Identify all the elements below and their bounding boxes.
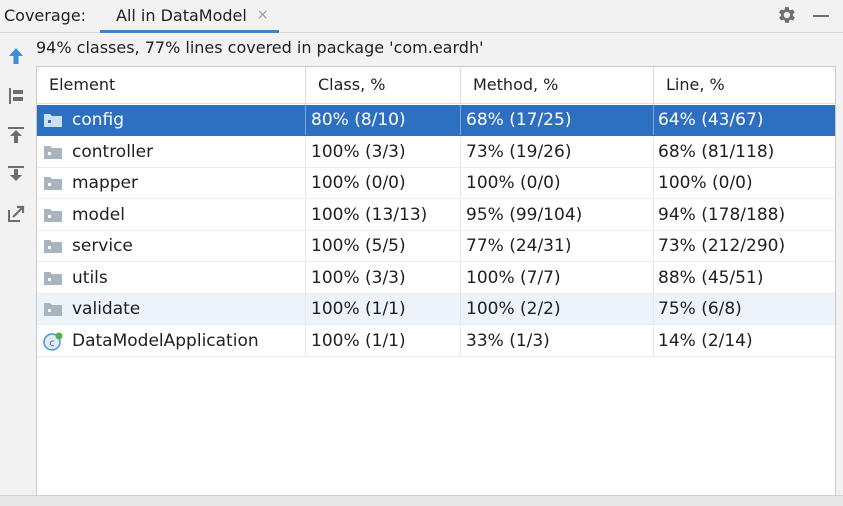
cell-divider — [460, 136, 461, 167]
method-coverage: 68% (17/25) — [466, 110, 572, 130]
cell-divider — [653, 262, 654, 293]
method-coverage: 100% (2/2) — [466, 299, 561, 319]
table-row[interactable]: model 100% (13/13) 95% (99/104) 94% (178/18… — [37, 199, 835, 231]
import-icon[interactable] — [5, 163, 27, 185]
cell-divider — [653, 168, 654, 198]
table-row[interactable]: config 80% (8/10) 68% (17/25) 64% (43/67) — [37, 105, 835, 136]
class-coverage: 100% (1/1) — [311, 330, 406, 351]
line-coverage: 68% (81/118) — [658, 141, 775, 162]
cell-divider — [305, 294, 306, 324]
method-coverage: 73% (19/26) — [466, 141, 572, 162]
coverage-summary: 94% classes, 77% lines covered in packag… — [36, 38, 484, 57]
element-name: config — [72, 110, 125, 130]
cell-divider — [305, 262, 306, 293]
package-folder-icon — [43, 300, 63, 318]
line-coverage: 75% (6/8) — [658, 299, 742, 319]
column-header-line[interactable]: Line, % — [654, 67, 835, 103]
package-folder-icon — [43, 237, 63, 255]
coverage-label: Coverage: — [4, 6, 87, 25]
coverage-side-toolbar — [0, 33, 32, 505]
minimize-icon[interactable] — [813, 15, 829, 17]
method-coverage: 100% (0/0) — [466, 173, 561, 193]
method-coverage: 33% (1/3) — [466, 330, 550, 351]
cell-divider — [460, 199, 461, 230]
package-folder-icon — [43, 143, 63, 161]
close-icon[interactable]: × — [257, 7, 269, 23]
class-coverage: 100% (0/0) — [311, 173, 406, 193]
table-row[interactable]: controller 100% (3/3) 73% (19/26) 68% (81/1… — [37, 136, 835, 168]
cell-divider — [653, 199, 654, 230]
cell-divider — [460, 231, 461, 261]
column-header-element[interactable]: Element — [37, 67, 305, 103]
method-coverage: 100% (7/7) — [466, 267, 561, 288]
cell-divider — [305, 231, 306, 261]
line-coverage: 14% (2/14) — [658, 330, 753, 351]
cell-divider — [653, 231, 654, 261]
table-row[interactable]: mapper 100% (0/0) 100% (0/0) 100% (0/0) — [37, 168, 835, 199]
element-name: service — [72, 236, 133, 256]
navigate-up-icon[interactable] — [5, 45, 27, 67]
method-coverage: 95% (99/104) — [466, 204, 583, 225]
line-coverage: 73% (212/290) — [658, 236, 786, 256]
class-coverage: 100% (13/13) — [311, 204, 428, 225]
cell-divider — [460, 325, 461, 356]
coverage-toolbar: Coverage: All in DataModel × — [0, 0, 843, 33]
element-name: utils — [72, 267, 108, 288]
element-name: validate — [72, 299, 141, 319]
flatten-packages-icon[interactable] — [5, 85, 27, 107]
tab-all-in-datamodel[interactable]: All in DataModel × — [100, 0, 279, 33]
column-header-method[interactable]: Method, % — [461, 67, 653, 103]
cell-divider — [305, 199, 306, 230]
cell-divider — [460, 262, 461, 293]
line-coverage: 100% (0/0) — [658, 173, 753, 193]
table-header: Element Class, % Method, % Line, % — [37, 67, 835, 104]
package-folder-icon — [43, 111, 63, 129]
right-edge — [836, 66, 843, 494]
gear-icon[interactable] — [775, 4, 797, 26]
line-coverage: 94% (178/188) — [658, 204, 786, 225]
table-row[interactable]: validate 100% (1/1) 100% (2/2) 75% (6/8) — [37, 294, 835, 325]
package-folder-icon — [43, 174, 63, 192]
table-row[interactable]: utils 100% (3/3) 100% (7/7) 88% (45/51) — [37, 262, 835, 294]
open-external-icon[interactable] — [5, 203, 27, 225]
export-top-icon[interactable] — [5, 124, 27, 146]
cell-divider — [305, 136, 306, 167]
method-coverage: 77% (24/31) — [466, 236, 572, 256]
cell-divider — [460, 294, 461, 324]
column-header-class[interactable]: Class, % — [306, 67, 460, 103]
line-coverage: 88% (45/51) — [658, 267, 764, 288]
element-name: mapper — [72, 173, 139, 193]
element-name: model — [72, 204, 125, 225]
cell-divider — [653, 136, 654, 167]
class-coverage: 80% (8/10) — [311, 110, 406, 130]
class-coverage: 100% (3/3) — [311, 141, 406, 162]
svg-text:c: c — [49, 338, 55, 349]
element-name: DataModelApplication — [72, 330, 259, 351]
cell-divider — [460, 105, 461, 135]
cell-divider — [653, 294, 654, 324]
coverage-table: Element Class, % Method, % Line, % confi… — [36, 66, 836, 496]
tab-label: All in DataModel — [116, 5, 247, 25]
class-coverage: 100% (1/1) — [311, 299, 406, 319]
package-folder-icon — [43, 269, 63, 287]
cell-divider — [653, 325, 654, 356]
cell-divider — [305, 168, 306, 198]
line-coverage: 64% (43/67) — [658, 110, 764, 130]
table-row[interactable]: c DataModelApplication 100% (1/1) 33% (1/3)… — [37, 325, 835, 357]
class-coverage: 100% (3/3) — [311, 267, 406, 288]
package-folder-icon — [43, 206, 63, 224]
element-name: controller — [72, 141, 154, 162]
cell-divider — [305, 325, 306, 356]
bottom-scrollbar[interactable] — [0, 495, 843, 506]
spring-boot-class-icon: c — [43, 332, 63, 351]
class-coverage: 100% (5/5) — [311, 236, 406, 256]
cell-divider — [653, 105, 654, 135]
cell-divider — [305, 105, 306, 135]
table-row[interactable]: service 100% (5/5) 77% (24/31) 73% (212/290… — [37, 231, 835, 262]
cell-divider — [460, 168, 461, 198]
